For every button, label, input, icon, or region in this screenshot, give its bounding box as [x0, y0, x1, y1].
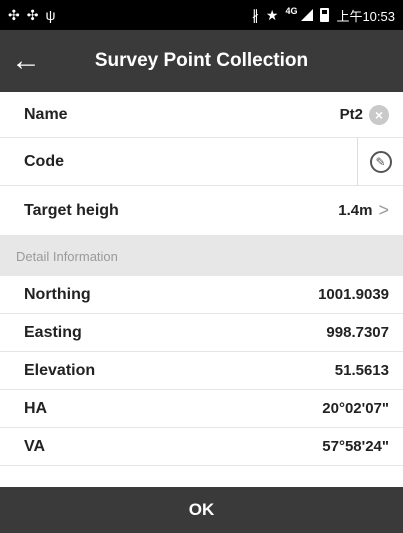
chevron-right-icon: >	[378, 200, 389, 220]
detail-label: Elevation	[24, 361, 96, 379]
detail-label: VA	[24, 437, 46, 455]
detail-row: Easting 998.7307	[0, 314, 403, 352]
detail-row: Northing 1001.9039	[0, 276, 403, 314]
battery-icon	[320, 8, 330, 22]
detail-value: 20°02'07"	[322, 400, 389, 417]
name-label: Name	[24, 105, 68, 123]
detail-value: 998.7307	[326, 324, 389, 341]
detail-row: Elevation 51.5613	[0, 352, 403, 390]
sync-icon: ✣	[26, 7, 39, 23]
star-icon: ★	[265, 7, 279, 23]
section-header-detail: Detail Information	[0, 236, 403, 276]
name-row[interactable]: Name Pt2 ×	[0, 92, 403, 138]
network-type: 4G	[285, 6, 298, 16]
target-height-label: Target heigh	[24, 201, 119, 219]
title-bar: ← Survey Point Collection	[0, 30, 403, 92]
status-time: 上午10:53	[336, 8, 395, 24]
pen-icon: ✎	[369, 150, 392, 173]
code-edit-button[interactable]: ✎	[357, 137, 403, 186]
status-right: ∦ ★ 4G 上午10:53	[252, 6, 395, 25]
detail-value: 1001.9039	[318, 286, 389, 303]
clear-icon[interactable]: ×	[369, 104, 389, 125]
code-label: Code	[24, 152, 64, 170]
detail-label: Easting	[24, 323, 82, 341]
detail-row: VA 57°58'24"	[0, 428, 403, 466]
page-title: Survey Point Collection	[94, 50, 309, 71]
back-button[interactable]: ←	[0, 30, 52, 92]
detail-label: HA	[24, 399, 48, 417]
status-left: ✣ ✣ ψ	[8, 8, 55, 22]
detail-value: 57°58'24"	[322, 438, 389, 455]
detail-value: 51.5613	[334, 362, 389, 379]
status-bar: ✣ ✣ ψ ∦ ★ 4G 上午10:53	[0, 0, 403, 30]
signal-icon	[301, 9, 314, 21]
name-value[interactable]: Pt2	[340, 106, 363, 123]
ok-button[interactable]: OK	[0, 487, 403, 533]
target-height-value: 1.4m	[338, 202, 373, 219]
back-arrow-icon: ←	[11, 44, 41, 77]
target-height-row[interactable]: Target heigh 1.4m >	[0, 186, 403, 236]
detail-label: Northing	[24, 285, 91, 303]
bluetooth-icon: ∦	[251, 7, 259, 23]
detail-row: HA 20°02'07"	[0, 390, 403, 428]
usb-icon: ψ	[45, 7, 56, 23]
sync-icon: ✣	[8, 7, 20, 23]
code-row[interactable]: Code ✎	[0, 137, 403, 186]
